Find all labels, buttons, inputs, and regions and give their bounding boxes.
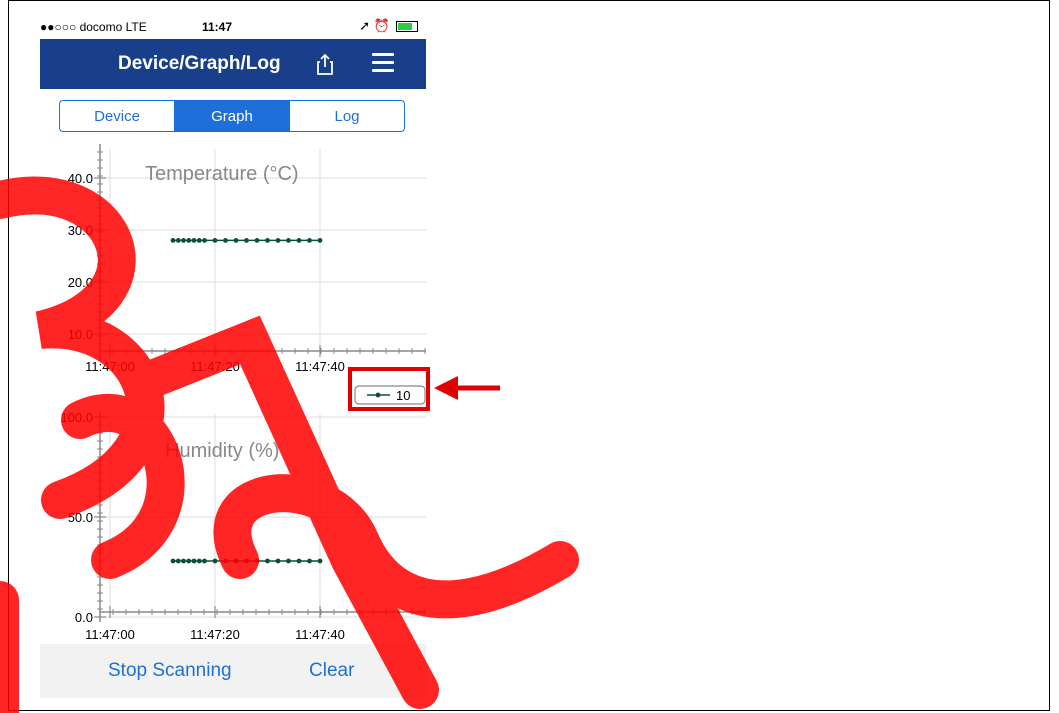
data-point xyxy=(191,558,197,564)
data-point xyxy=(186,238,192,243)
data-point xyxy=(212,238,218,243)
data-point xyxy=(233,558,239,564)
y-tick-label: 100.0 xyxy=(60,410,93,425)
x-tick-label: 11:47:40 xyxy=(295,627,345,642)
x-tick-label: 11:47:20 xyxy=(190,359,240,374)
data-point xyxy=(170,238,176,243)
y-tick-label: 0.0 xyxy=(75,610,93,625)
data-point xyxy=(181,238,186,243)
data-point xyxy=(223,238,228,243)
data-point xyxy=(191,238,197,243)
data-point xyxy=(265,558,270,564)
data-point xyxy=(196,558,202,564)
status-indicators: ➚ ⏰ xyxy=(359,18,418,34)
charts-area: 40.0 30.0 20.0 10.0 11:47:00 11:47:20 11:47:40… xyxy=(60,144,426,642)
data-point xyxy=(212,558,218,564)
y-tick-label: 20.0 xyxy=(68,275,93,290)
data-point xyxy=(223,558,228,564)
y-tick-label: 30.0 xyxy=(68,223,93,238)
data-point xyxy=(233,238,239,243)
location-alarm-icons: ➚ ⏰ xyxy=(359,18,390,33)
data-point xyxy=(254,238,260,243)
y-tick-label: 10.0 xyxy=(68,327,93,342)
chart-title: Humidity (%) xyxy=(165,440,279,462)
data-point xyxy=(202,238,207,243)
hamburger-menu-icon[interactable] xyxy=(372,53,394,73)
data-point xyxy=(307,238,312,243)
status-bar: ●●○○○ docomo LTE 11:47 ➚ ⏰ xyxy=(40,12,426,39)
data-point xyxy=(244,558,249,564)
clock: 11:47 xyxy=(202,20,233,34)
data-point xyxy=(244,238,249,243)
x-tick-label: 11:47:00 xyxy=(85,359,135,374)
data-point xyxy=(202,558,207,564)
data-point xyxy=(175,238,181,243)
phone-screen: ●●○○○ docomo LTE 11:47 ➚ ⏰ Device/Graph/… xyxy=(40,12,426,698)
navigation-bar: Device/Graph/Log xyxy=(40,39,426,89)
clear-button[interactable]: Clear xyxy=(309,660,354,682)
data-point xyxy=(317,558,323,564)
x-tick-label: 11:47:00 xyxy=(85,627,135,642)
data-point xyxy=(265,238,270,243)
tab-device[interactable]: Device xyxy=(60,101,174,131)
data-point xyxy=(296,238,302,243)
data-point xyxy=(286,558,291,564)
x-tick-label: 11:47:20 xyxy=(190,627,240,642)
data-point xyxy=(186,558,192,564)
x-tick-label: 11:47:40 xyxy=(295,359,345,374)
footer-toolbar: Stop Scanning Clear xyxy=(40,644,426,698)
data-point xyxy=(181,558,186,564)
share-icon[interactable] xyxy=(314,52,336,76)
data-point xyxy=(275,238,281,243)
battery-icon xyxy=(396,20,418,32)
data-point xyxy=(175,558,181,564)
data-point xyxy=(307,558,312,564)
y-tick-label: 50.0 xyxy=(68,510,93,525)
carrier-label: ●●○○○ docomo LTE xyxy=(40,20,147,34)
data-point xyxy=(170,558,176,564)
y-tick-label: 40.0 xyxy=(68,171,93,186)
legend-label: 10 xyxy=(396,388,410,403)
data-point xyxy=(275,558,281,564)
data-point xyxy=(196,238,202,243)
stop-scanning-button[interactable]: Stop Scanning xyxy=(108,660,232,682)
data-point xyxy=(254,558,260,564)
tab-log[interactable]: Log xyxy=(289,101,404,131)
legend-marker xyxy=(375,392,381,398)
chart-title: Temperature (°C) xyxy=(145,163,299,185)
tab-graph[interactable]: Graph xyxy=(174,101,289,131)
page-title: Device/Graph/Log xyxy=(118,53,281,74)
data-point xyxy=(317,238,323,243)
data-point xyxy=(296,558,302,564)
view-tabs: Device Graph Log xyxy=(59,100,405,132)
data-point xyxy=(286,238,291,243)
